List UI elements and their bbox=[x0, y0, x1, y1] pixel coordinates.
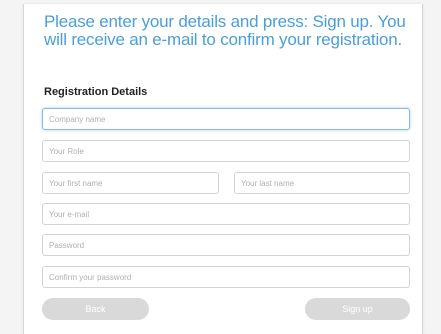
intro-text: Please enter your details and press: Sig… bbox=[44, 12, 406, 49]
company-name-input[interactable] bbox=[42, 108, 410, 130]
password-input[interactable] bbox=[42, 234, 410, 256]
email-input[interactable] bbox=[42, 203, 410, 225]
signup-button[interactable]: Sign up bbox=[305, 298, 410, 320]
registration-panel: Please enter your details and press: Sig… bbox=[23, 4, 423, 334]
role-input[interactable] bbox=[42, 140, 410, 162]
confirm-password-input[interactable] bbox=[42, 266, 410, 288]
back-button[interactable]: Back bbox=[42, 298, 149, 320]
section-title: Registration Details bbox=[44, 86, 148, 98]
first-name-input[interactable] bbox=[42, 172, 219, 194]
last-name-input[interactable] bbox=[234, 172, 410, 194]
